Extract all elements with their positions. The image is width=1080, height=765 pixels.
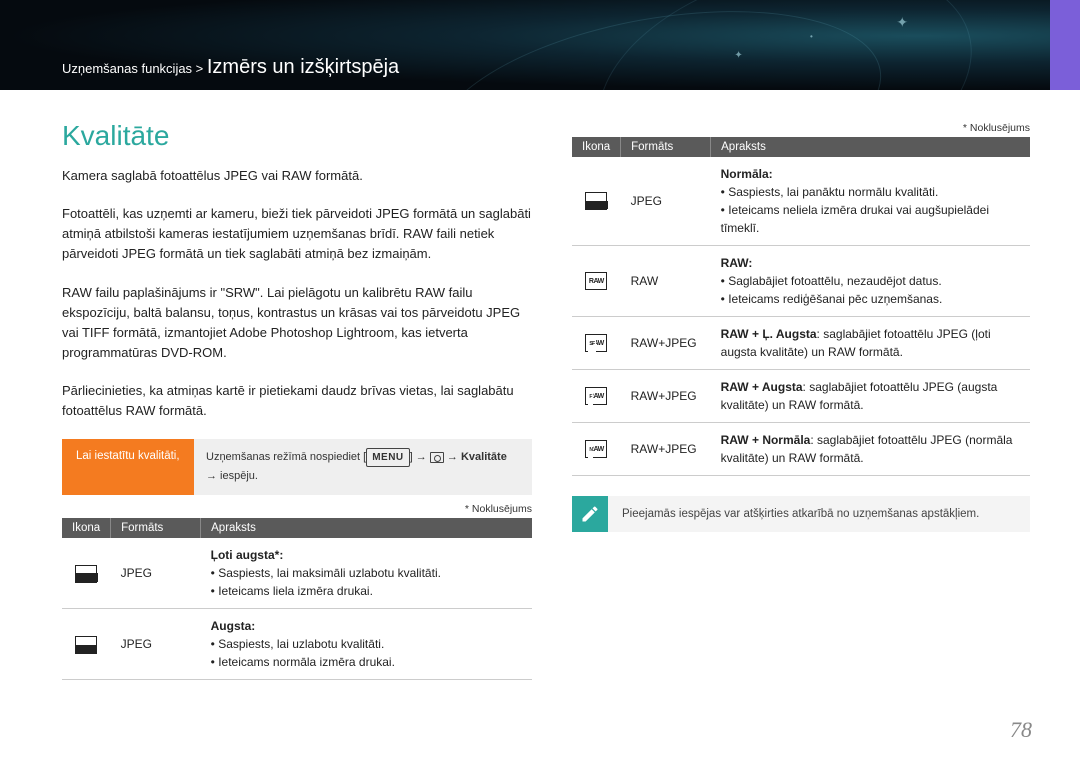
left-column: Kvalitāte Kamera saglabā fotoattēlus JPE… bbox=[62, 120, 532, 680]
side-tab bbox=[1050, 0, 1080, 90]
paragraph: RAW failu paplašinājums ir "SRW". Lai pi… bbox=[62, 283, 532, 364]
header-banner: ✦ • ✦ Uzņemšanas funkcijas > Izmērs un i… bbox=[0, 0, 1080, 90]
menu-button-icon: MENU bbox=[366, 448, 409, 467]
breadcrumb-title: Izmērs un izšķirtspēja bbox=[207, 56, 399, 78]
table-row: RAW RAW+JPEG RAW + Normāla: saglabājiet … bbox=[572, 423, 1030, 476]
format-cell: RAW+JPEG bbox=[621, 423, 711, 476]
raw-n-icon: RAW bbox=[585, 440, 607, 458]
default-note: * Noklusējums bbox=[62, 503, 532, 515]
default-note: * Noklusējums bbox=[572, 122, 1030, 134]
table-row: JPEG Augsta: Saspiests, lai uzlabotu kva… bbox=[62, 609, 532, 680]
action-instruction: Uzņemšanas režīmā nospiediet [MENU] → → … bbox=[194, 439, 532, 495]
th-format: Formāts bbox=[621, 137, 711, 157]
camera-icon bbox=[430, 452, 444, 463]
raw-icon: RAW bbox=[585, 272, 607, 290]
format-cell: RAW+JPEG bbox=[621, 370, 711, 423]
table-row: JPEG Normāla: Saspiests, lai panāktu nor… bbox=[572, 157, 1030, 246]
page-number: 78 bbox=[1010, 717, 1032, 743]
tip-text: Pieejamās iespējas var atšķirties atkarī… bbox=[608, 498, 993, 530]
desc-cell: Augsta: Saspiests, lai uzlabotu kvalitāt… bbox=[201, 609, 532, 680]
th-icon: Ikona bbox=[572, 137, 621, 157]
quality-icon-f bbox=[75, 636, 97, 654]
paragraph: Kamera saglabā fotoattēlus JPEG vai RAW … bbox=[62, 166, 532, 186]
desc-cell: RAW: Saglabājiet fotoattēlu, nezaudējot … bbox=[711, 246, 1030, 317]
quality-table-right: Ikona Formāts Apraksts JPEG Normāla: Sas… bbox=[572, 137, 1030, 476]
th-desc: Apraksts bbox=[201, 518, 532, 538]
format-cell: JPEG bbox=[111, 609, 201, 680]
sparkle-decor: ✦ bbox=[896, 14, 908, 31]
format-cell: RAW bbox=[621, 246, 711, 317]
format-cell: RAW+JPEG bbox=[621, 317, 711, 370]
tip-box: Pieejamās iespējas var atšķirties atkarī… bbox=[572, 496, 1030, 532]
desc-cell: Normāla: Saspiests, lai panāktu normālu … bbox=[711, 157, 1030, 246]
action-label: Lai iestatītu kvalitāti, bbox=[62, 439, 194, 495]
paragraph: Pārliecinieties, ka atmiņas kartē ir pie… bbox=[62, 381, 532, 421]
format-cell: JPEG bbox=[621, 157, 711, 246]
th-format: Formāts bbox=[111, 518, 201, 538]
section-title: Kvalitāte bbox=[62, 120, 532, 152]
breadcrumb: Uzņemšanas funkcijas > Izmērs un izšķirt… bbox=[62, 56, 399, 79]
raw-f-icon: RAW bbox=[585, 387, 607, 405]
table-row: RAW RAW RAW: Saglabājiet fotoattēlu, nez… bbox=[572, 246, 1030, 317]
table-row: JPEG Ļoti augsta*: Saspiests, lai maksim… bbox=[62, 538, 532, 609]
paragraph: Fotoattēli, kas uzņemti ar kameru, bieži… bbox=[62, 204, 532, 264]
table-row: RAW RAW+JPEG RAW + Ļ. Augsta: saglabājie… bbox=[572, 317, 1030, 370]
th-icon: Ikona bbox=[62, 518, 111, 538]
pen-note-icon bbox=[572, 496, 608, 532]
sparkle-decor: ✦ bbox=[734, 50, 742, 61]
quality-table-left: Ikona Formāts Apraksts JPEG Ļoti augsta*… bbox=[62, 518, 532, 680]
quality-icon-n bbox=[585, 192, 607, 210]
action-box: Lai iestatītu kvalitāti, Uzņemšanas režī… bbox=[62, 439, 532, 495]
breadcrumb-prefix: Uzņemšanas funkcijas > bbox=[62, 61, 207, 76]
desc-cell: Ļoti augsta*: Saspiests, lai maksimāli u… bbox=[201, 538, 532, 609]
th-desc: Apraksts bbox=[711, 137, 1030, 157]
raw-sf-icon: RAW bbox=[585, 334, 607, 352]
desc-cell: RAW + Normāla: saglabājiet fotoattēlu JP… bbox=[711, 423, 1030, 476]
sparkle-decor: • bbox=[810, 32, 813, 41]
right-column: * Noklusējums Ikona Formāts Apraksts JPE… bbox=[572, 120, 1030, 680]
table-row: RAW RAW+JPEG RAW + Augsta: saglabājiet f… bbox=[572, 370, 1030, 423]
desc-cell: RAW + Augsta: saglabājiet fotoattēlu JPE… bbox=[711, 370, 1030, 423]
desc-cell: RAW + Ļ. Augsta: saglabājiet fotoattēlu … bbox=[711, 317, 1030, 370]
format-cell: JPEG bbox=[111, 538, 201, 609]
quality-icon-sf bbox=[75, 565, 97, 583]
